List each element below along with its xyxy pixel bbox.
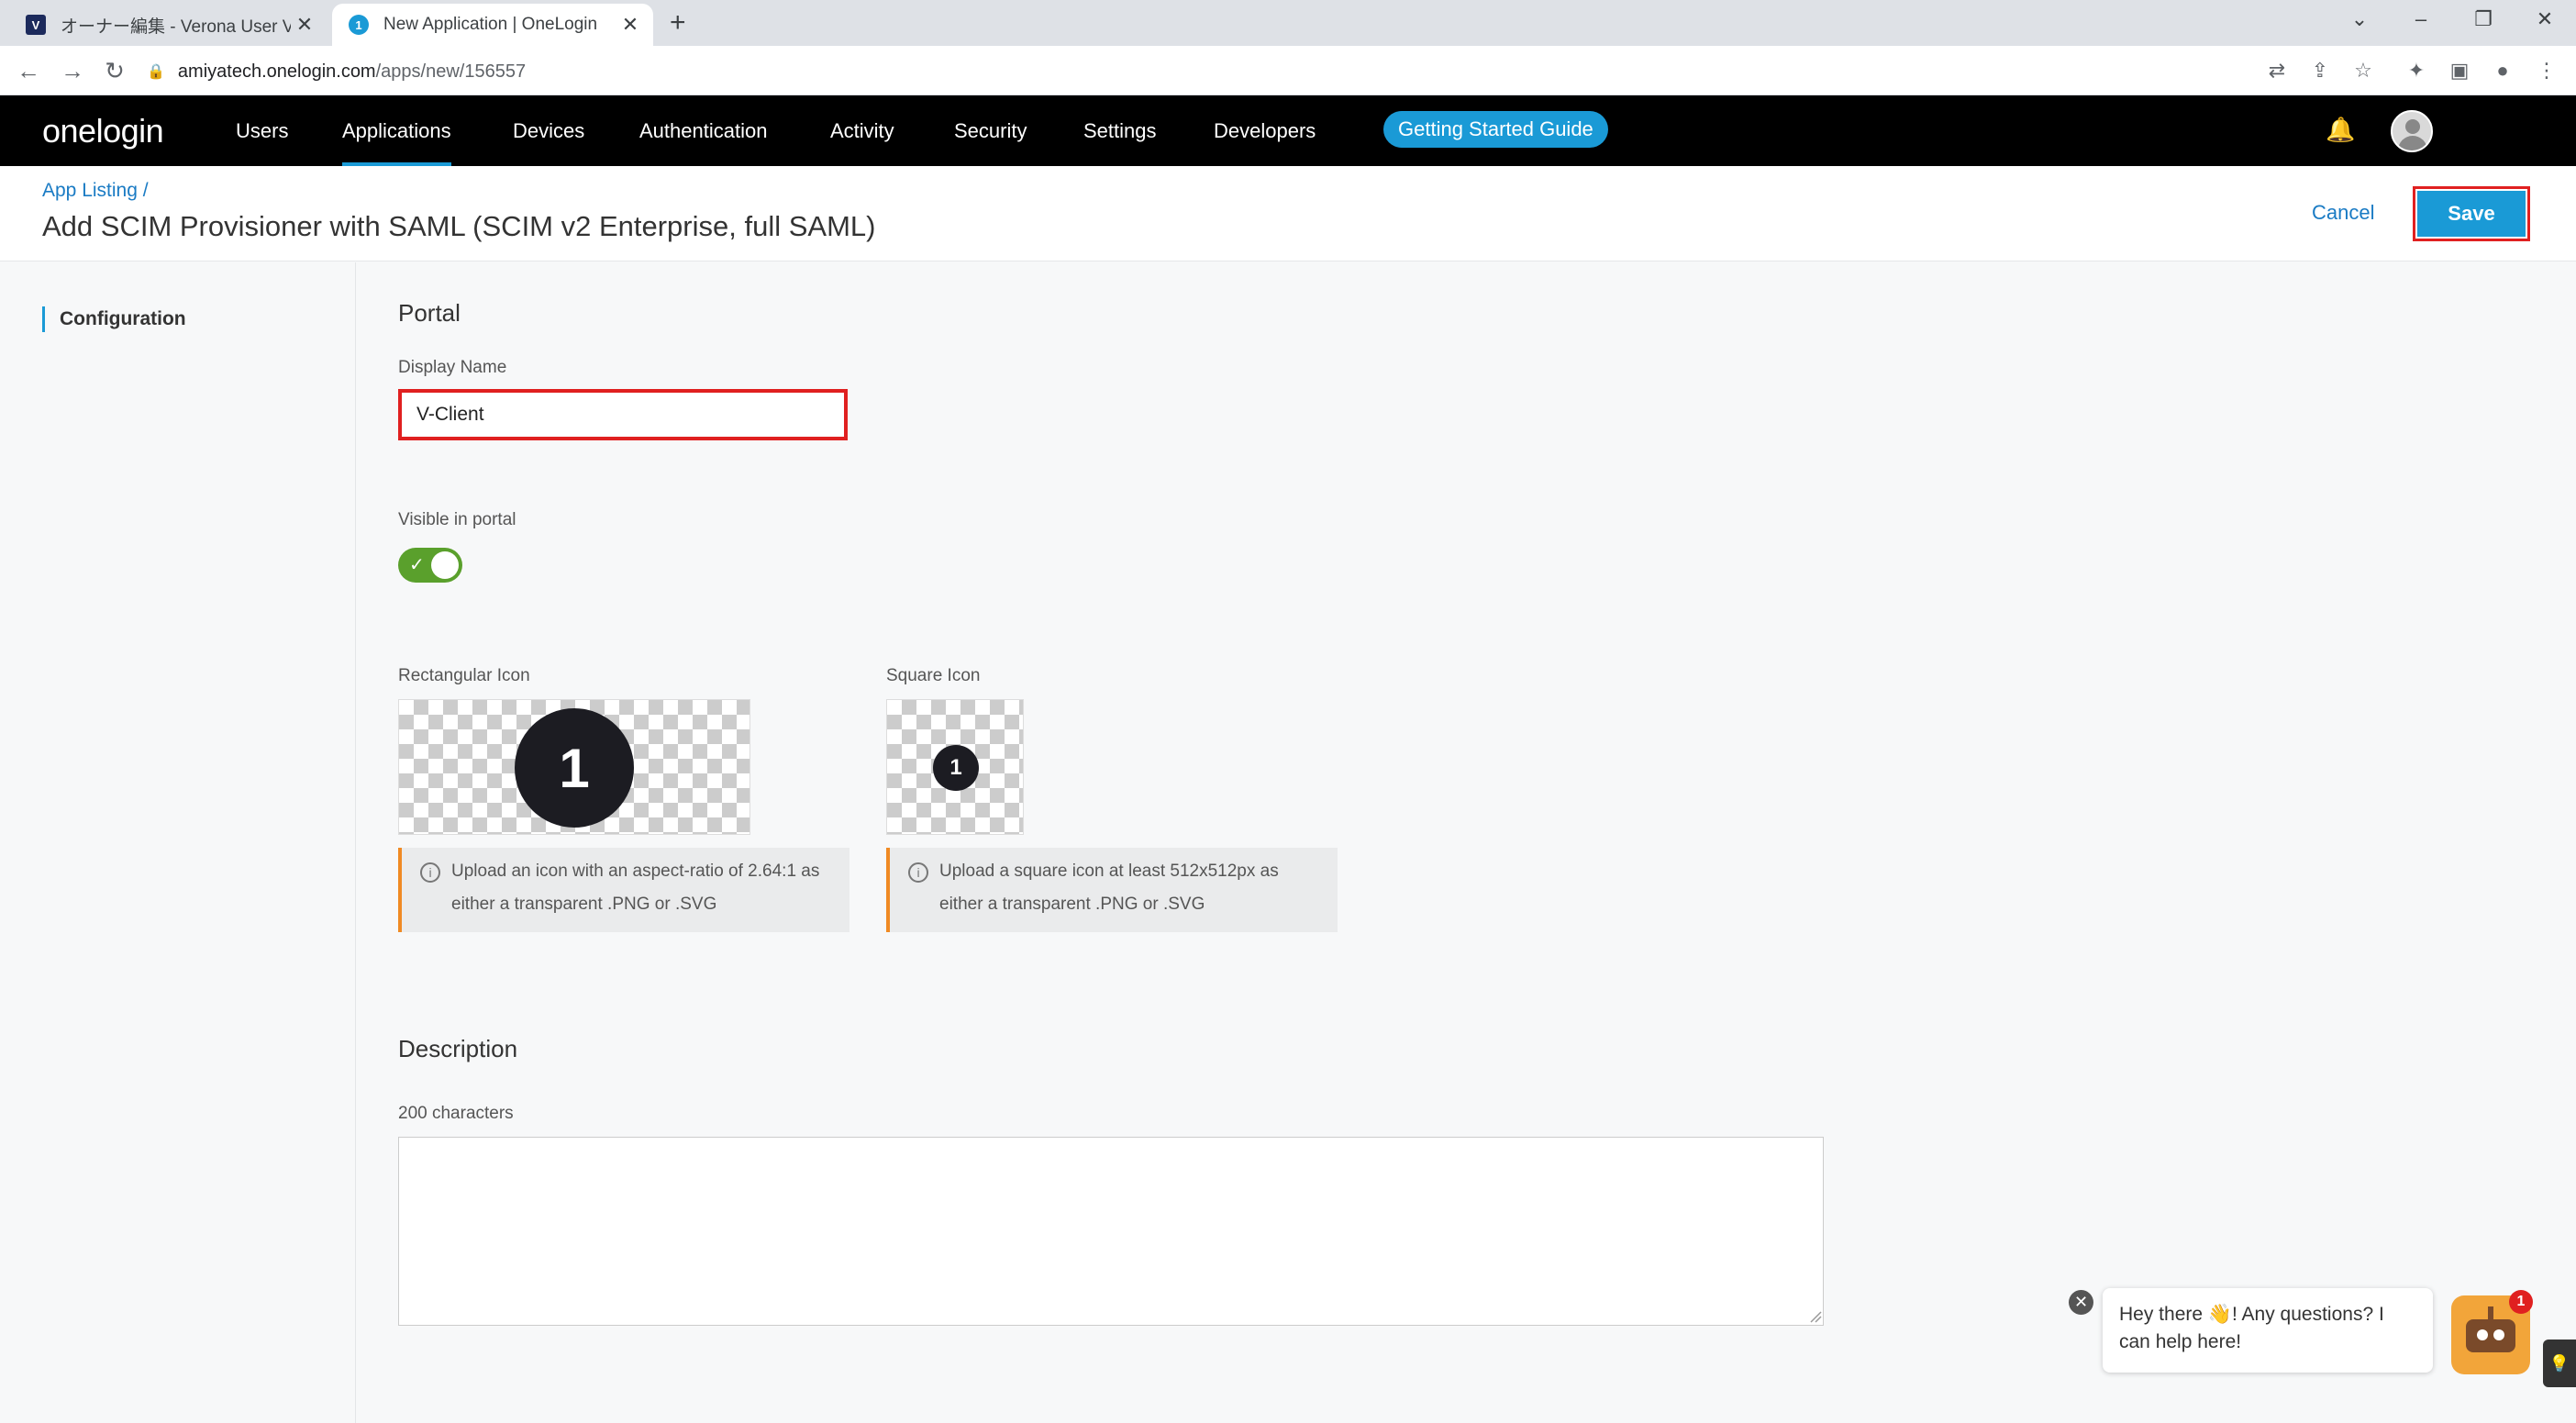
toggle-knob — [431, 551, 459, 579]
tab-search-icon[interactable]: ⌄ — [2341, 4, 2378, 35]
info-icon: i — [420, 862, 440, 883]
url-path: /apps/new/156557 — [375, 61, 527, 82]
side-panel-icon[interactable]: ▣ — [2445, 56, 2474, 85]
breadcrumb-app-listing[interactable]: App Listing / — [42, 180, 149, 202]
new-tab-button[interactable]: + — [670, 7, 686, 39]
app-navbar: onelogin Users Applications Devices Auth… — [0, 95, 2576, 166]
extensions-icon[interactable]: ✦ — [2402, 56, 2431, 85]
rectangular-icon-info: i Upload an icon with an aspect-ratio of… — [398, 848, 849, 932]
close-tab-icon[interactable]: ✕ — [291, 13, 318, 37]
square-icon-info: i Upload a square icon at least 512x512p… — [886, 848, 1338, 932]
browser-tab-bar: V オーナー編集 - Verona User View ✕ 1 New Appl… — [0, 0, 2576, 46]
forward-icon[interactable]: → — [57, 55, 88, 86]
square-icon-label: Square Icon — [886, 666, 981, 685]
lock-icon: 🔒 — [147, 64, 165, 80]
user-avatar[interactable] — [2391, 110, 2433, 152]
portal-section-title: Portal — [398, 299, 461, 327]
square-icon-info-text: Upload a square icon at least 512x512px … — [939, 862, 1279, 914]
verona-favicon-icon: V — [26, 15, 46, 35]
sidebar: Configuration — [0, 262, 356, 1423]
nav-devices[interactable]: Devices — [513, 95, 584, 166]
description-textarea[interactable] — [398, 1137, 1824, 1326]
chat-bubble[interactable]: Hey there 👋! Any questions? I can help h… — [2103, 1288, 2433, 1373]
tab-title: New Application | OneLogin — [383, 15, 598, 34]
check-icon: ✓ — [409, 555, 425, 575]
chat-close-icon[interactable]: ✕ — [2069, 1290, 2093, 1315]
save-button[interactable]: Save — [2417, 191, 2526, 237]
bot-eye — [2477, 1329, 2488, 1340]
nav-users[interactable]: Users — [236, 95, 288, 166]
close-tab-icon[interactable]: ✕ — [616, 13, 644, 37]
restore-icon[interactable]: ❐ — [2465, 4, 2502, 35]
rectangular-icon-upload[interactable]: 1 — [398, 699, 750, 835]
nav-authentication[interactable]: Authentication — [639, 95, 767, 166]
square-icon-upload[interactable]: 1 — [886, 699, 1024, 835]
menu-icon[interactable]: ⋮ — [2532, 56, 2561, 85]
onelogin-app-icon: 1 — [933, 745, 979, 791]
tab-title: オーナー編集 - Verona User View — [61, 17, 291, 37]
bot-antenna — [2488, 1306, 2493, 1319]
bookmark-star-icon[interactable]: ☆ — [2348, 56, 2378, 85]
bot-eye — [2493, 1329, 2504, 1340]
resize-grip-icon[interactable] — [1809, 1310, 1822, 1323]
nav-security[interactable]: Security — [954, 95, 1027, 166]
url-field[interactable]: 🔒 amiyatech.onelogin.com/apps/new/156557 — [147, 57, 526, 86]
nav-applications[interactable]: Applications — [342, 95, 451, 166]
browser-tab-onelogin[interactable]: 1 New Application | OneLogin ✕ — [332, 4, 653, 46]
page-title: Add SCIM Provisioner with SAML (SCIM v2 … — [42, 210, 876, 242]
share-icon[interactable]: ⇪ — [2305, 56, 2335, 85]
rectangular-icon-info-text: Upload an icon with an aspect-ratio of 2… — [451, 862, 820, 914]
close-window-icon[interactable]: ✕ — [2526, 4, 2563, 35]
minimize-icon[interactable]: – — [2403, 4, 2439, 35]
info-icon: i — [908, 862, 928, 883]
description-char-counter: 200 characters — [398, 1104, 514, 1123]
visible-in-portal-toggle[interactable]: ✓ — [398, 548, 462, 583]
notification-bell-icon[interactable]: 🔔 — [2326, 116, 2355, 144]
onelogin-logo[interactable]: onelogin — [42, 112, 164, 150]
chat-notification-badge: 1 — [2509, 1290, 2533, 1314]
address-bar: ← → ↻ 🔒 amiyatech.onelogin.com/apps/new/… — [0, 46, 2576, 95]
avatar-head-shape — [2405, 119, 2420, 134]
browser-tab-verona[interactable]: V オーナー編集 - Verona User View ✕ — [11, 4, 328, 46]
description-section-title: Description — [398, 1035, 518, 1062]
onelogin-app-icon: 1 — [515, 708, 634, 828]
rectangular-icon-label: Rectangular Icon — [398, 666, 530, 685]
reload-icon[interactable]: ↻ — [99, 55, 130, 86]
sidebar-item-configuration[interactable]: Configuration — [42, 306, 186, 332]
avatar-body-shape — [2398, 136, 2427, 150]
nav-developers[interactable]: Developers — [1214, 95, 1316, 166]
nav-settings[interactable]: Settings — [1083, 95, 1157, 166]
translate-icon[interactable]: ⇄ — [2262, 56, 2292, 85]
display-name-input[interactable]: V-Client — [398, 389, 848, 440]
profile-icon[interactable]: ● — [2488, 56, 2517, 85]
nav-activity[interactable]: Activity — [830, 95, 894, 166]
back-icon[interactable]: ← — [13, 55, 44, 86]
feedback-side-tab-icon[interactable]: 💡 — [2543, 1340, 2576, 1387]
cancel-button[interactable]: Cancel — [2312, 201, 2374, 225]
getting-started-guide-button[interactable]: Getting Started Guide — [1383, 111, 1608, 148]
onelogin-favicon-icon: 1 — [349, 15, 369, 35]
page-header: App Listing / Add SCIM Provisioner with … — [0, 166, 2576, 261]
visible-in-portal-label: Visible in portal — [398, 510, 516, 529]
save-button-highlight[interactable]: Save — [2413, 186, 2530, 241]
display-name-label: Display Name — [398, 358, 507, 377]
bot-face — [2466, 1319, 2515, 1352]
url-host: amiyatech.onelogin.com — [177, 61, 376, 82]
